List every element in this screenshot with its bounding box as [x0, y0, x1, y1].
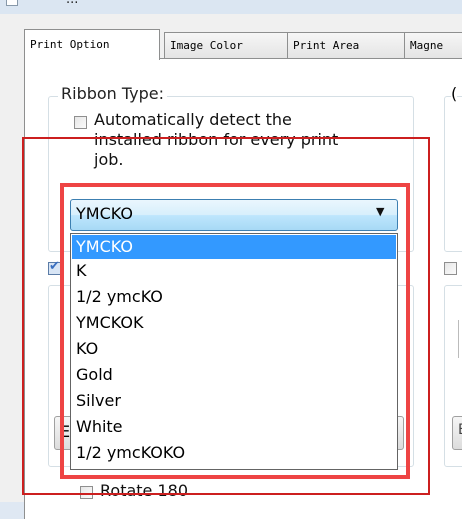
tab-print-option[interactable]: Print Option	[24, 29, 160, 60]
option-checkbox-right[interactable]	[444, 262, 457, 275]
auto-detect-checkbox[interactable]	[74, 116, 87, 129]
ribbon-type-title: Ribbon Type:	[58, 84, 168, 103]
right-group-box	[444, 96, 462, 252]
title-checkbox-fragment	[6, 0, 18, 6]
right-group-title: (	[451, 84, 458, 103]
tab-magnetic[interactable]: Magne	[404, 32, 462, 58]
annotation-inner-box	[60, 183, 410, 479]
tab-print-area[interactable]: Print Area	[287, 32, 405, 58]
hidden-button-right-label: E	[458, 422, 462, 438]
right-edge-field	[458, 320, 462, 358]
window-title-fragment: ...	[66, 0, 78, 7]
tab-image-color[interactable]: Image Color	[164, 32, 288, 58]
